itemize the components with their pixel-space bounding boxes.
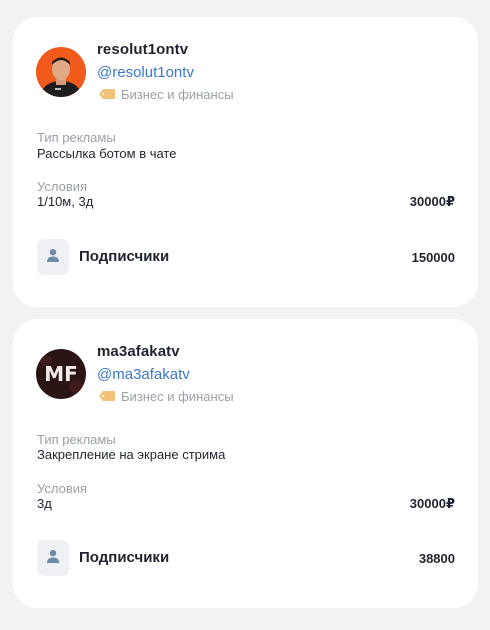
avatar[interactable] <box>36 47 86 97</box>
subscribers-icon-box <box>37 239 69 275</box>
tag-icon <box>99 389 115 404</box>
channel-name[interactable]: ma3afakatv <box>97 343 180 360</box>
conditions-label: Условия <box>37 179 88 194</box>
channel-handle-link[interactable]: @resolut1ontv <box>97 64 194 81</box>
category: Бизнес и финансы <box>99 389 234 404</box>
tag-icon <box>99 87 115 102</box>
conditions-label: Условия <box>37 481 88 496</box>
price: 30000₽ <box>409 194 455 209</box>
category-label: Бизнес и финансы <box>121 389 234 404</box>
conditions-value: 3д <box>37 496 52 511</box>
subscribers-label: Подписчики <box>79 248 170 265</box>
offer-card[interactable]: resolut1ontv @resolut1ontv Бизнес и фина… <box>13 17 478 307</box>
offer-card[interactable]: MF ma3afakatv @ma3afakatv Бизнес и финан… <box>13 319 478 608</box>
price: 30000₽ <box>409 496 455 511</box>
category: Бизнес и финансы <box>99 87 234 102</box>
subscribers-label: Подписчики <box>79 549 170 566</box>
ad-type-label: Тип рекламы <box>37 432 116 447</box>
conditions-value: 1/10м, 3д <box>37 194 94 209</box>
ad-type-label: Тип рекламы <box>37 130 116 145</box>
user-icon <box>46 549 60 568</box>
category-label: Бизнес и финансы <box>121 87 234 102</box>
avatar-monogram: MF <box>44 362 78 386</box>
ad-type-value: Закрепление на экране стрима <box>37 447 226 462</box>
subscribers-count: 38800 <box>418 551 455 566</box>
user-icon <box>46 248 60 267</box>
channel-handle-link[interactable]: @ma3afakatv <box>97 366 190 383</box>
channel-name[interactable]: resolut1ontv <box>97 41 188 58</box>
avatar[interactable]: MF <box>36 349 86 399</box>
ad-type-value: Рассылка ботом в чате <box>37 146 177 161</box>
subscribers-count: 150000 <box>411 250 455 265</box>
subscribers-icon-box <box>37 540 69 576</box>
